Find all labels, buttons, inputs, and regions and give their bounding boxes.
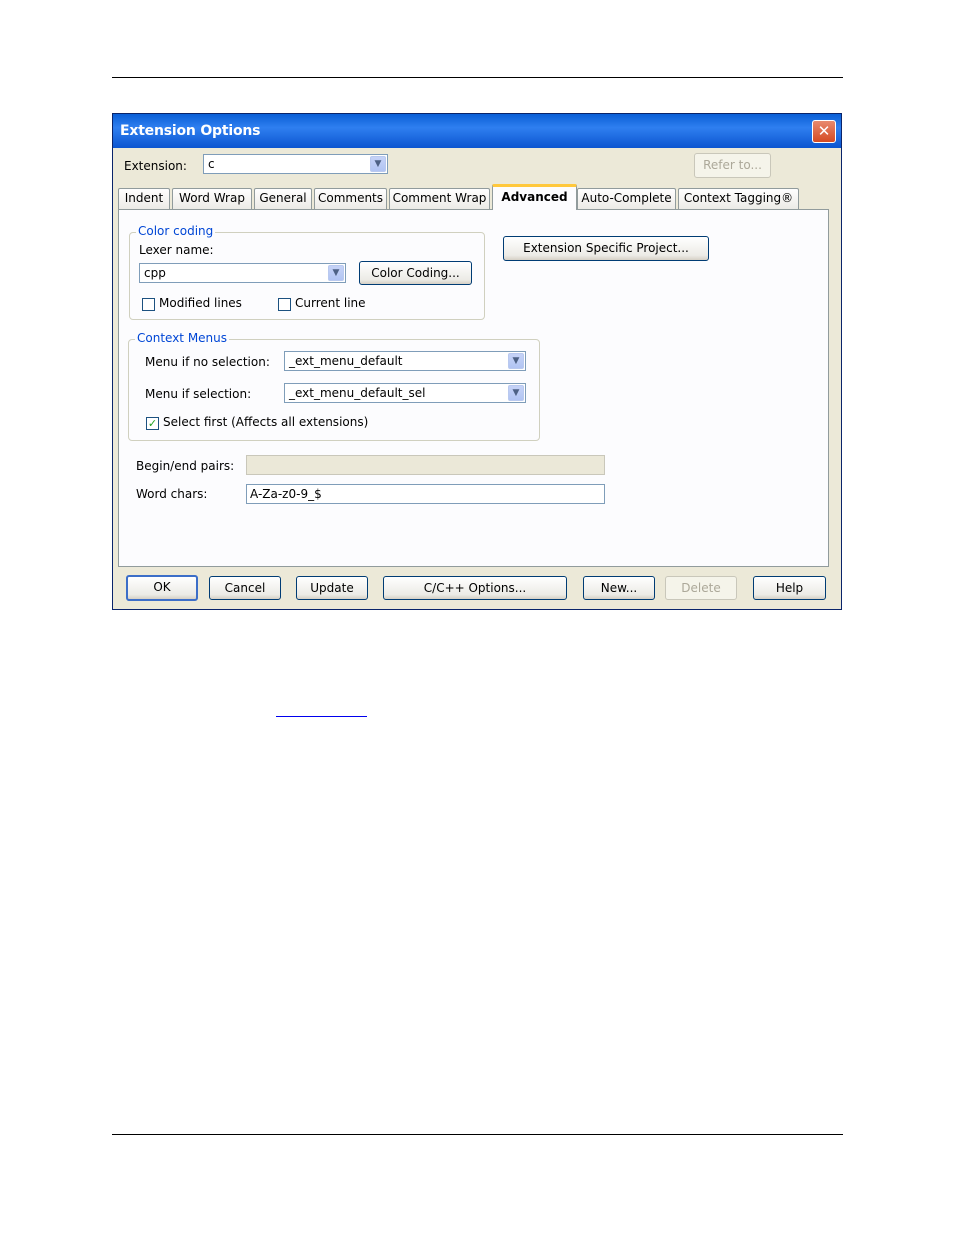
hyperlink-underline[interactable] [276,716,367,717]
title-bar[interactable]: Extension Options ✕ [113,114,841,148]
menu-no-selection-select[interactable]: _ext_menu_default ▼ [284,351,526,371]
window-title: Extension Options [120,123,261,139]
chevron-down-icon[interactable]: ▼ [328,265,344,281]
context-menus-title: Context Menus [135,331,230,345]
context-menus-group: Context Menus Menu if no selection: _ext… [128,331,540,441]
word-chars-label: Word chars: [136,487,208,501]
extension-value: c [208,157,215,171]
help-button[interactable]: Help [753,576,826,600]
ok-button[interactable]: OK [126,575,198,601]
menu-no-selection-value: _ext_menu_default [289,354,403,368]
tab-general[interactable]: General [254,188,312,209]
select-first-label: Select first (Affects all extensions) [163,415,369,429]
extension-specific-project-button[interactable]: Extension Specific Project... [503,236,709,261]
lexer-name-label: Lexer name: [139,243,214,257]
tab-advanced[interactable]: Advanced [492,184,577,210]
chevron-down-icon[interactable]: ▼ [508,353,524,369]
lexer-name-select[interactable]: cpp ▼ [139,263,346,283]
tab-auto-complete[interactable]: Auto-Complete [577,188,676,209]
color-coding-group: Color coding Lexer name: cpp ▼ Color Cod… [129,224,485,320]
extension-label: Extension: [124,159,187,173]
extension-options-dialog: Extension Options ✕ Extension: c ▼ Refer… [112,113,842,610]
begin-end-pairs-label: Begin/end pairs: [136,459,235,473]
page-bottom-rule [112,1134,843,1135]
cpp-options-button[interactable]: C/C++ Options... [383,576,567,600]
menu-selection-value: _ext_menu_default_sel [289,386,426,400]
lexer-name-value: cpp [144,266,166,280]
color-coding-button[interactable]: Color Coding... [359,261,472,285]
color-coding-title: Color coding [136,224,216,238]
new-button[interactable]: New... [583,576,655,600]
tab-comments[interactable]: Comments [314,188,387,209]
refer-to-button[interactable]: Refer to... [694,153,771,178]
close-icon[interactable]: ✕ [812,120,836,143]
modified-lines-checkbox[interactable] [142,298,155,311]
tab-indent[interactable]: Indent [118,188,170,209]
modified-lines-label: Modified lines [159,296,242,310]
word-chars-input[interactable]: A-Za-z0-9_$ [246,484,605,504]
current-line-checkbox[interactable] [278,298,291,311]
chevron-down-icon[interactable]: ▼ [370,156,386,172]
delete-button[interactable]: Delete [665,576,737,600]
word-chars-value: A-Za-z0-9_$ [250,487,322,501]
begin-end-pairs-input [246,455,605,475]
menu-no-selection-label: Menu if no selection: [145,355,270,369]
menu-selection-select[interactable]: _ext_menu_default_sel ▼ [284,383,526,403]
extension-select[interactable]: c ▼ [203,154,388,174]
tab-comment-wrap[interactable]: Comment Wrap [389,188,490,209]
tab-context-tagging[interactable]: Context Tagging® [678,188,799,209]
check-icon[interactable]: ✓ [146,417,159,430]
chevron-down-icon[interactable]: ▼ [508,385,524,401]
page-top-rule [112,77,843,78]
cancel-button[interactable]: Cancel [209,576,281,600]
update-button[interactable]: Update [296,576,368,600]
current-line-label: Current line [295,296,366,310]
advanced-panel: Color coding Lexer name: cpp ▼ Color Cod… [118,209,829,567]
menu-selection-label: Menu if selection: [145,387,252,401]
tab-word-wrap[interactable]: Word Wrap [172,188,252,209]
